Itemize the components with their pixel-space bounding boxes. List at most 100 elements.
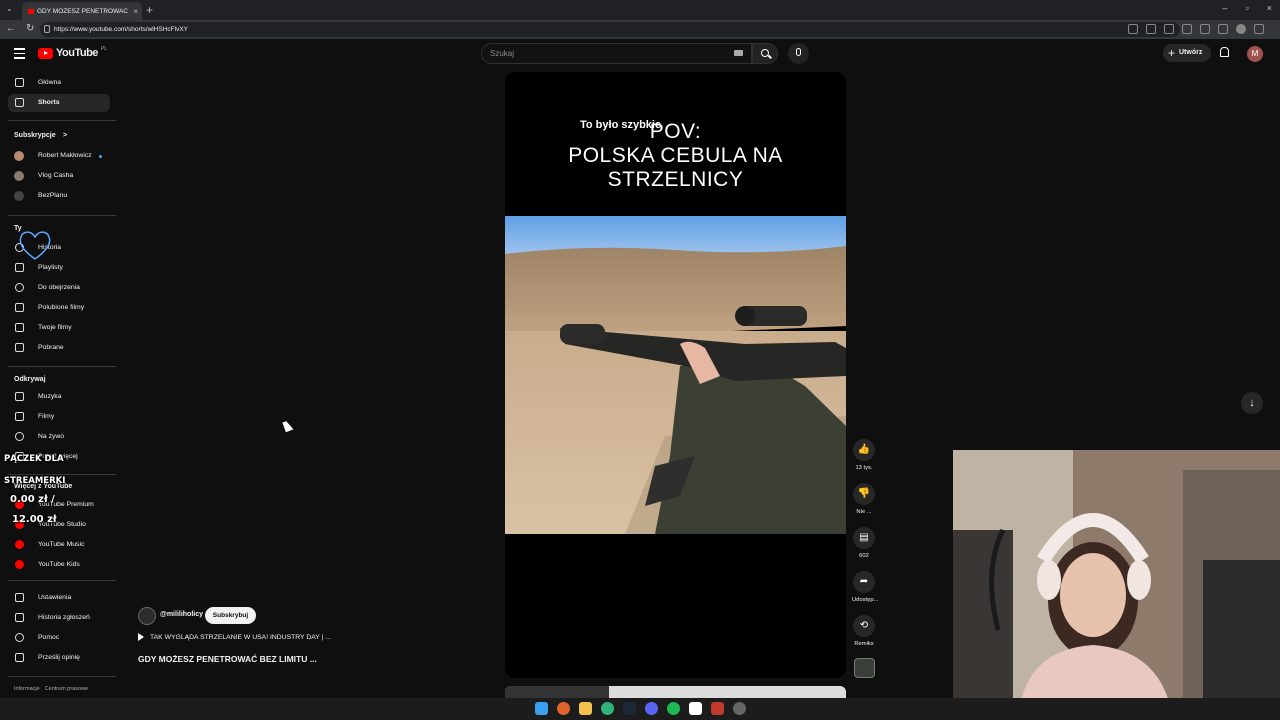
subscribe-button[interactable]: Subskrybuj [205, 607, 256, 624]
spotify-icon[interactable] [667, 702, 680, 715]
short-title-line2: POLSKA CEBULA NA [568, 144, 783, 167]
share-icon: ➦ [859, 576, 869, 587]
channel-handle[interactable]: @mililiholicy [160, 611, 203, 618]
tab-title: GDY MOŻESZ PENETROWAĆ [37, 7, 129, 15]
sidebar-item-twoje-filmy[interactable]: Twoje filmy [8, 319, 110, 337]
dislike-button[interactable]: 👎 Nie ... [852, 483, 876, 515]
browser-tab[interactable]: GDY MOŻESZ PENETROWAĆ × [22, 2, 142, 20]
sidebar-item-youtube-music[interactable]: YouTube Music [8, 536, 110, 554]
footer-link[interactable]: Informacje [14, 686, 40, 692]
create-button[interactable]: + Utwórz [1163, 44, 1211, 62]
discord-icon[interactable] [645, 702, 658, 715]
heart-overlay-icon [19, 231, 51, 260]
notifications-bell-icon[interactable] [1220, 47, 1229, 57]
tab-close-icon[interactable]: × [133, 7, 138, 16]
maximize-button[interactable]: ▫ [1246, 3, 1249, 13]
sidebar-section-title[interactable]: Subskrypcje [14, 132, 56, 139]
firefox-icon[interactable] [557, 702, 570, 715]
sidebar-item-ustawienia[interactable]: Ustawienia [8, 589, 110, 607]
download-icon [15, 343, 24, 352]
sidebar-item-przeslij-opinie[interactable]: Prześlij opinię [8, 649, 110, 667]
sidebar-item-shorts[interactable]: Shorts [8, 94, 110, 112]
sidebar-section-title[interactable]: Odkrywaj [14, 376, 46, 383]
reload-icon[interactable]: ↻ [26, 23, 34, 34]
channel-avatar-icon [14, 171, 24, 181]
youtube-favicon-icon [28, 8, 34, 14]
related-video-link[interactable]: TAK WYGLĄDA STRZELANIE W USA! INDUSTRY D… [138, 633, 331, 641]
youtube-app-icon [15, 540, 24, 549]
search-button[interactable] [752, 43, 778, 64]
site-info-icon[interactable] [44, 25, 50, 33]
sidebar-item-bezplanu[interactable]: BezPlanu [8, 187, 110, 205]
dislike-label: Nie ... [856, 509, 872, 515]
short-headline[interactable]: GDY MOŻESZ PENETROWAĆ BEZ LIMITU ... [138, 654, 317, 664]
youtube-logo[interactable]: YouTube PL [38, 46, 107, 59]
bookmark-star-icon[interactable] [1146, 24, 1156, 34]
comments-button[interactable]: ▤ 602 [852, 527, 876, 559]
comments-count: 602 [859, 553, 869, 559]
sidebar-item-historia-zgloszen[interactable]: Historia zgłoszeń [8, 609, 110, 627]
more-menu-icon[interactable] [1254, 24, 1264, 34]
obs-icon[interactable] [733, 702, 746, 715]
channel-avatar[interactable] [138, 607, 156, 625]
your-videos-icon [15, 323, 24, 332]
edge-icon[interactable] [601, 702, 614, 715]
short-video-frame[interactable] [505, 216, 846, 534]
back-icon[interactable]: ← [6, 23, 16, 34]
notes-icon[interactable] [689, 702, 702, 715]
search-input[interactable]: Szukaj [481, 43, 752, 64]
voice-search-button[interactable] [788, 43, 809, 64]
install-app-icon[interactable] [1128, 24, 1138, 34]
flag-icon [15, 613, 24, 622]
favorites-icon[interactable] [1200, 24, 1210, 34]
home-icon [15, 78, 24, 87]
keyboard-icon[interactable] [734, 50, 743, 56]
close-window-button[interactable]: × [1267, 3, 1272, 13]
sidebar-item-pobrane[interactable]: Pobrane [8, 339, 110, 357]
sidebar-item-glowna[interactable]: Główna [8, 74, 110, 92]
sidebar-item-label: Twoje filmy [38, 324, 72, 331]
short-player[interactable]: To było szybkie POV: POLSKA CEBULA NA ST… [505, 72, 846, 678]
steam-icon[interactable] [623, 702, 636, 715]
sidebar-item-muzyka[interactable]: Muzyka [8, 388, 110, 406]
new-tab-button[interactable]: + [146, 3, 153, 17]
sidebar-item-label: Polubione filmy [38, 304, 85, 311]
menu-icon[interactable] [14, 48, 25, 62]
watch-later-icon [15, 283, 24, 292]
url-field[interactable]: https://www.youtube.com/shorts/wlHSHcFlv… [40, 22, 1180, 37]
minimize-button[interactable]: – [1223, 3, 1228, 13]
sidebar-item-pomoc[interactable]: Pomoc [8, 629, 110, 647]
next-short-preview[interactable] [505, 686, 846, 698]
thumbs-up-icon: 👍 [857, 444, 871, 455]
sidebar-item-do-obejrzenia[interactable]: Do obejrzenia [8, 279, 110, 297]
footer-link[interactable]: Centrum prasowe [45, 686, 88, 692]
account-avatar[interactable]: M [1247, 46, 1263, 62]
extensions-puzzle-icon[interactable] [1182, 24, 1192, 34]
extension-icon[interactable] [1164, 24, 1174, 34]
browser-profile-avatar[interactable] [1236, 24, 1246, 34]
collections-icon[interactable] [1218, 24, 1228, 34]
sidebar-item-filmy[interactable]: Filmy [8, 408, 110, 426]
sidebar-item-robert-maklowicz[interactable]: Robert Makłowicz [8, 147, 110, 165]
live-icon [15, 432, 24, 441]
channel-audio-thumbnail[interactable] [854, 658, 875, 678]
next-short-button[interactable]: ↓ [1241, 392, 1263, 414]
sidebar-item-na-zywo[interactable]: Na żywo [8, 428, 110, 446]
sidebar: Główna Shorts Subskrypcje > Robert Makłowicz… [0, 72, 120, 698]
sidebar-item-vlog-casha[interactable]: Vlog Casha [8, 167, 110, 185]
sidebar-item-youtube-kids[interactable]: YouTube Kids [8, 556, 110, 574]
file-explorer-icon[interactable] [579, 702, 592, 715]
tab-list-icon[interactable]: ⌄ [6, 4, 13, 13]
start-icon[interactable] [535, 702, 548, 715]
short-title-line3: STRZELNICY [607, 168, 744, 191]
sidebar-item-polubione-filmy[interactable]: Polubione filmy [8, 299, 110, 317]
app-icon[interactable] [711, 702, 724, 715]
like-button[interactable]: 👍 13 tys. [852, 439, 876, 471]
windows-taskbar [0, 698, 1280, 720]
sidebar-item-label: YouTube Music [38, 541, 85, 548]
remix-button[interactable]: ⟲ Remiks [852, 615, 876, 647]
taskbar-icons [535, 702, 746, 715]
related-video-title: TAK WYGLĄDA STRZELANIE W USA! INDUSTRY D… [150, 633, 331, 641]
sidebar-item-label: Robert Makłowicz [38, 152, 92, 159]
share-button[interactable]: ➦ Udostęp... [852, 571, 878, 603]
